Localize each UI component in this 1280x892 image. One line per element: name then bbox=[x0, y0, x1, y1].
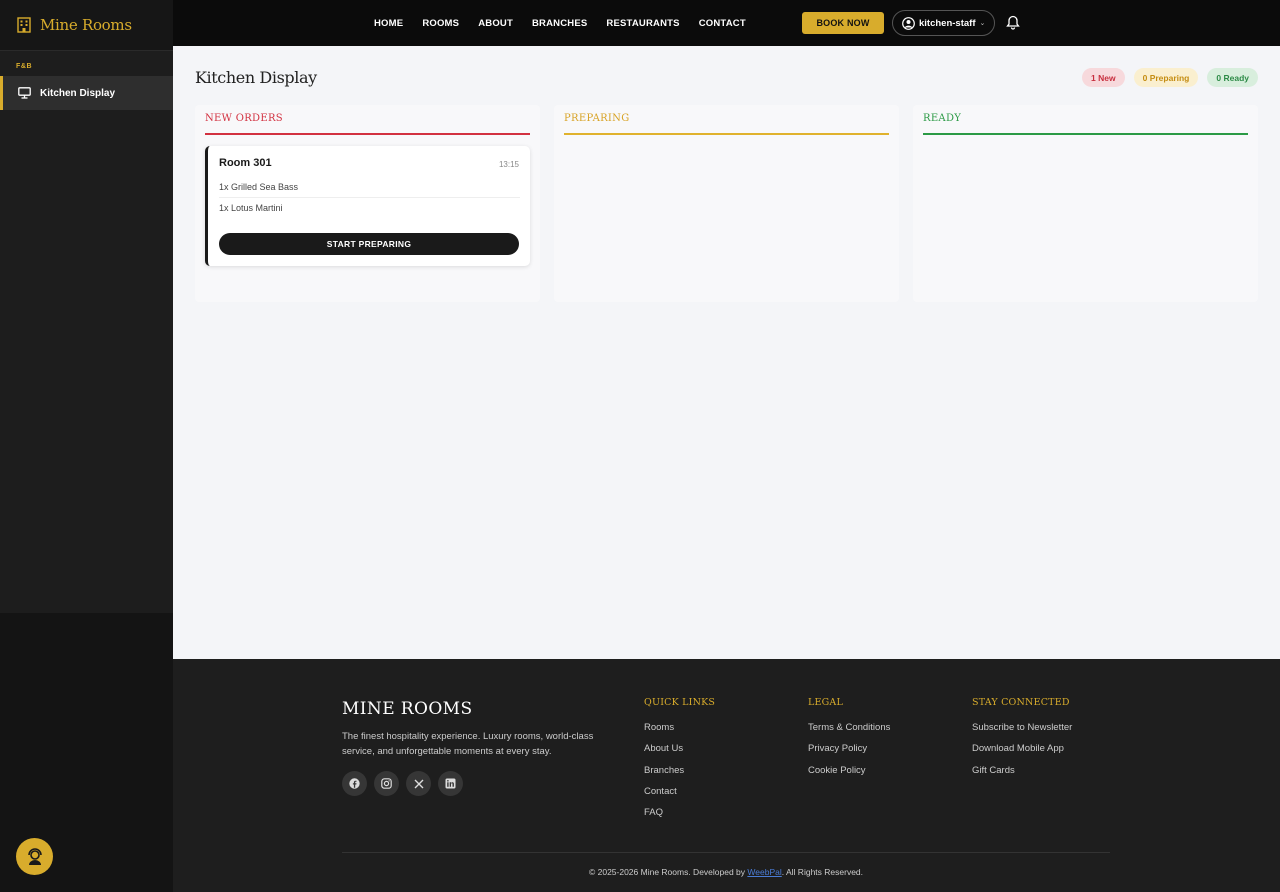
status-badges: 1 New 0 Preparing 0 Ready bbox=[1073, 68, 1258, 87]
start-preparing-button[interactable]: START PREPARING bbox=[219, 233, 519, 255]
order-time: 13:15 bbox=[498, 160, 519, 169]
footer-link-rooms[interactable]: Rooms bbox=[644, 717, 715, 738]
order-item-divider bbox=[219, 197, 520, 198]
user-menu-button[interactable]: kitchen-staff ⌄ bbox=[892, 10, 995, 36]
nav-links: HOME ROOMS ABOUT BRANCHES RESTAURANTS CO… bbox=[374, 0, 765, 46]
sidebar-item-kitchen-display[interactable]: Kitchen Display bbox=[0, 76, 173, 110]
bell-icon[interactable] bbox=[1006, 15, 1020, 35]
copyright: © 2025-2026 Mine Rooms. Developed by Wee… bbox=[342, 867, 1110, 877]
social-links bbox=[342, 771, 470, 796]
support-button[interactable] bbox=[16, 838, 53, 875]
linkedin-icon[interactable] bbox=[438, 771, 463, 796]
footer-legal: LEGAL Terms & Conditions Privacy Policy … bbox=[808, 697, 890, 781]
footer-link-mobile-app[interactable]: Download Mobile App bbox=[972, 738, 1072, 759]
footer-link-about-us[interactable]: About Us bbox=[644, 738, 715, 759]
new-orders-heading: NEW ORDERS bbox=[205, 113, 530, 135]
nav-link-home[interactable]: HOME bbox=[374, 18, 403, 29]
instagram-icon[interactable] bbox=[374, 771, 399, 796]
monitor-icon bbox=[18, 87, 40, 99]
developer-link[interactable]: WeebPal bbox=[747, 867, 781, 877]
footer-link-newsletter[interactable]: Subscribe to Newsletter bbox=[972, 717, 1072, 738]
building-icon bbox=[17, 17, 31, 33]
legal-heading: LEGAL bbox=[808, 697, 844, 708]
footer-link-contact[interactable]: Contact bbox=[644, 781, 715, 802]
sidebar-section-label: F&B bbox=[16, 63, 33, 70]
brand-name: Mine Rooms bbox=[40, 16, 132, 34]
order-item: 1x Lotus Martini bbox=[219, 203, 283, 213]
copyright-suffix: . All Rights Reserved. bbox=[781, 867, 864, 877]
nav-link-branches[interactable]: BRANCHES bbox=[532, 18, 587, 29]
order-card: Room 301 13:15 1x Grilled Sea Bass 1x Lo… bbox=[205, 146, 530, 266]
new-count-badge: 1 New bbox=[1082, 68, 1125, 87]
user-circle-icon bbox=[902, 16, 915, 30]
nav-link-contact[interactable]: CONTACT bbox=[699, 18, 746, 29]
brand[interactable]: Mine Rooms bbox=[0, 0, 173, 51]
user-name: kitchen-staff bbox=[919, 17, 976, 29]
page-title: Kitchen Display bbox=[195, 68, 317, 87]
footer-link-gift-cards[interactable]: Gift Cards bbox=[972, 760, 1072, 781]
footer-stay-connected: STAY CONNECTED Subscribe to Newsletter D… bbox=[972, 697, 1072, 781]
sidebar-item-label: Kitchen Display bbox=[40, 87, 116, 99]
ready-column: READY bbox=[913, 105, 1258, 302]
footer-link-branches[interactable]: Branches bbox=[644, 760, 715, 781]
preparing-column: PREPARING bbox=[554, 105, 899, 302]
x-twitter-icon[interactable] bbox=[406, 771, 431, 796]
main-content: Kitchen Display 1 New 0 Preparing 0 Read… bbox=[173, 46, 1280, 659]
nav-link-rooms[interactable]: ROOMS bbox=[422, 18, 459, 29]
quick-links-heading: QUICK LINKS bbox=[644, 697, 716, 708]
ready-count-badge: 0 Ready bbox=[1207, 68, 1258, 87]
stay-connected-heading: STAY CONNECTED bbox=[972, 697, 1070, 708]
support-agent-icon bbox=[26, 847, 44, 866]
footer-brand: MINE ROOMS bbox=[342, 699, 473, 719]
book-now-button[interactable]: BOOK NOW bbox=[802, 12, 884, 34]
footer-link-privacy[interactable]: Privacy Policy bbox=[808, 738, 890, 759]
nav-link-about[interactable]: ABOUT bbox=[478, 18, 513, 29]
footer-link-faq[interactable]: FAQ bbox=[644, 802, 715, 823]
preparing-count-badge: 0 Preparing bbox=[1133, 68, 1199, 87]
sidebar: Mine Rooms F&B Kitchen Display bbox=[0, 0, 173, 892]
footer-quick-links: QUICK LINKS Rooms About Us Branches Cont… bbox=[644, 697, 715, 823]
ready-heading: READY bbox=[923, 113, 1248, 135]
footer-divider bbox=[342, 852, 1110, 853]
footer-link-terms[interactable]: Terms & Conditions bbox=[808, 717, 890, 738]
top-navbar: HOME ROOMS ABOUT BRANCHES RESTAURANTS CO… bbox=[173, 0, 1280, 46]
chevron-down-icon: ⌄ bbox=[979, 20, 986, 27]
preparing-heading: PREPARING bbox=[564, 113, 889, 135]
footer: MINE ROOMS The finest hospitality experi… bbox=[173, 659, 1280, 892]
order-item: 1x Grilled Sea Bass bbox=[219, 182, 299, 192]
nav-link-restaurants[interactable]: RESTAURANTS bbox=[606, 18, 679, 29]
footer-link-cookie[interactable]: Cookie Policy bbox=[808, 760, 890, 781]
new-orders-column: NEW ORDERS Room 301 13:15 1x Grilled Sea… bbox=[195, 105, 540, 302]
footer-description: The finest hospitality experience. Luxur… bbox=[342, 731, 594, 757]
facebook-icon[interactable] bbox=[342, 771, 367, 796]
order-room: Room 301 bbox=[219, 157, 272, 169]
copyright-prefix: © 2025-2026 Mine Rooms. Developed by bbox=[588, 867, 748, 877]
